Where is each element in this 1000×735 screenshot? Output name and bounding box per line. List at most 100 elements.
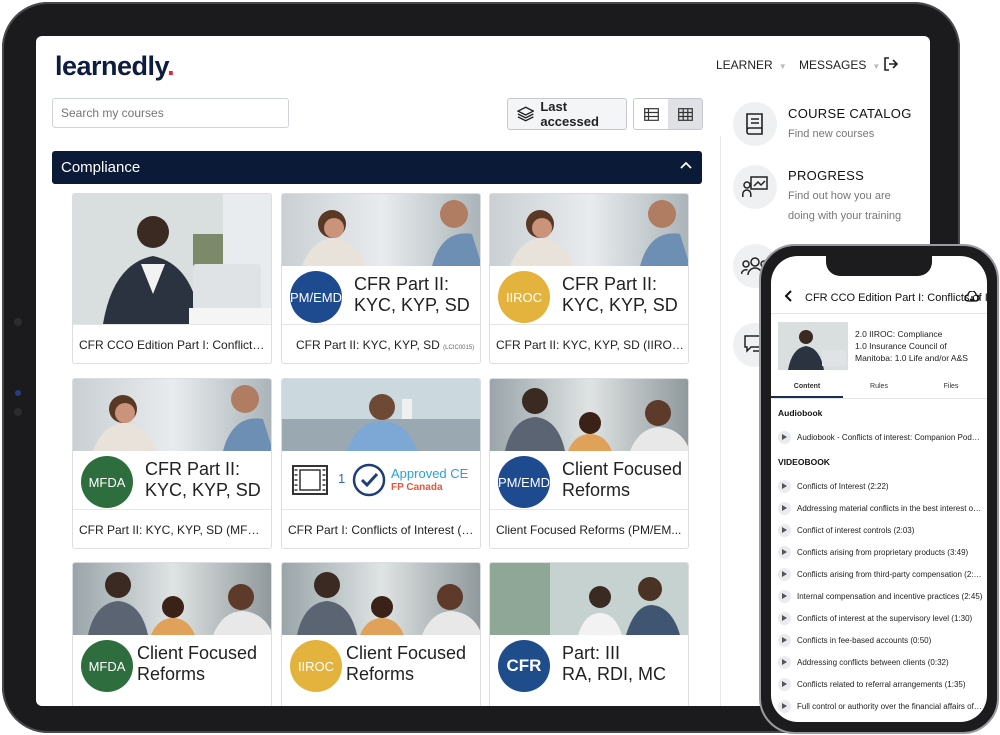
play-icon — [778, 567, 791, 581]
play-icon — [778, 699, 791, 713]
play-icon — [778, 611, 791, 625]
course-heading-line: CFR Part II: — [145, 459, 241, 479]
film-icon — [292, 465, 328, 495]
course-title-text: CFR Part II: KYC, KYP, SD — [296, 338, 440, 352]
nav-messages[interactable]: MESSAGES ▼ — [799, 58, 880, 72]
video-item[interactable]: Addressing material conflicts in the bes… — [778, 500, 983, 516]
course-catalog-link[interactable]: COURSE CATALOG — [788, 106, 912, 121]
play-icon — [778, 545, 791, 559]
course-card[interactable]: CFR Part: III RA, RDI, MC — [489, 562, 689, 706]
audiobook-heading: Audiobook — [778, 408, 823, 418]
view-toggle — [633, 98, 703, 130]
course-badge-area: IIROC Client Focused Reforms — [282, 635, 480, 693]
video-item[interactable]: Conflicts arising from proprietary produ… — [778, 544, 983, 560]
course-heading: Client Focused Reforms — [137, 643, 257, 685]
cloud-download-icon[interactable] — [964, 291, 980, 303]
course-heading: Client Focused Reforms — [562, 459, 682, 501]
course-card[interactable]: MFDA CFR Part II: KYC, KYP, SD CFR Part I… — [72, 378, 272, 549]
play-icon — [778, 479, 791, 493]
search-input[interactable] — [52, 98, 289, 128]
list-view-button[interactable] — [634, 99, 668, 129]
sort-last-accessed-button[interactable]: Last accessed — [507, 98, 627, 130]
course-heading: Part: III RA, RDI, MC — [562, 643, 666, 685]
course-badge-area: PM/EMD Client Focused Reforms — [490, 451, 688, 509]
progress-presentation-icon[interactable] — [733, 165, 777, 209]
nav-learner[interactable]: LEARNER ▼ — [716, 58, 787, 72]
video-item-label: Conflicts of interest at the supervisory… — [797, 613, 973, 623]
video-item[interactable]: Conflicts of interest at the supervisory… — [778, 610, 983, 626]
course-image — [73, 379, 271, 451]
section-header-compliance[interactable]: Compliance — [52, 151, 702, 184]
course-badge-area: IIROC CFR Part II: KYC, KYP, SD — [490, 266, 688, 324]
video-item[interactable]: Conflicts related to referral arrangemen… — [778, 676, 983, 692]
tab-content[interactable]: Content — [771, 377, 843, 398]
course-heading-line: Reforms — [137, 664, 206, 684]
course-title: CFR Part II: KYC, KYP, SD (IIROC) ... — [490, 324, 688, 363]
video-item-label: Addressing conflicts between clients (0:… — [797, 657, 949, 667]
video-item-label: Conflicts arising from proprietary produ… — [797, 547, 969, 557]
chevron-down-icon: ▼ — [778, 62, 787, 71]
video-item[interactable]: Addressing conflicts between clients (0:… — [778, 654, 983, 670]
sort-label: Last accessed — [540, 99, 599, 129]
section-title: Compliance — [61, 159, 141, 176]
phone-credit-line: Manitoba: 1.0 Life and/or A&S — [855, 353, 968, 363]
course-image — [73, 194, 271, 324]
ce-count: 1 — [338, 471, 346, 486]
course-card[interactable]: IIROC Client Focused Reforms — [281, 562, 481, 706]
course-heading-line: KYC, KYP, SD — [354, 295, 470, 315]
video-item-label: Full control or authority over the finan… — [797, 701, 983, 711]
course-card[interactable]: IIROC CFR Part II: KYC, KYP, SD CFR Part … — [489, 193, 689, 364]
audiobook-item-label: Audiobook - Conflicts of interest: Compa… — [797, 432, 983, 442]
video-item-label: Conflicts in fee-based accounts (0:50) — [797, 635, 932, 645]
tab-rules[interactable]: Rules — [843, 377, 915, 398]
course-heading-line: Reforms — [562, 480, 631, 500]
brand-name: learnedly — [55, 51, 168, 81]
course-image — [490, 379, 688, 451]
course-card[interactable]: CFR CCO Edition Part I: Conflicts... — [72, 193, 272, 364]
course-heading-line: Client Focused — [346, 643, 467, 663]
progress-desc: Find out how you are doing with your tra… — [788, 190, 902, 222]
videobook-heading: VIDEOBOOK — [778, 457, 830, 467]
course-card[interactable]: MFDA Client Focused Reforms — [72, 562, 272, 706]
logout-icon[interactable] — [883, 56, 899, 75]
video-item[interactable]: Full control or authority over the finan… — [778, 698, 983, 714]
iiroc-badge-icon: IIROC — [290, 640, 342, 692]
phone-credits: 2.0 IIROC: Compliance 1.0 Insurance Coun… — [855, 328, 983, 364]
play-icon — [778, 677, 791, 691]
course-heading-line: Client Focused — [137, 643, 258, 663]
video-item[interactable]: Conflicts in fee-based accounts (0:50) — [778, 632, 983, 648]
brand-dot: . — [167, 51, 175, 81]
course-catalog-desc: Find new courses — [788, 128, 875, 140]
course-heading: Client Focused Reforms — [346, 643, 466, 685]
course-card[interactable]: 1 Approved CE FP Canada CFR Part I: Conf… — [281, 378, 481, 549]
fp-canada-label: FP Canada — [391, 482, 443, 493]
course-heading-line: CFR Part II: — [562, 274, 658, 294]
progress-link[interactable]: PROGRESS — [788, 168, 864, 183]
course-card[interactable]: PM/EMD Client Focused Reforms Client Focu… — [489, 378, 689, 549]
pm-emd-badge-icon: PM/EMD — [498, 456, 550, 508]
course-heading-line: KYC, KYP, SD — [145, 480, 261, 500]
chevron-up-icon[interactable] — [680, 161, 692, 169]
course-heading-line: KYC, KYP, SD — [562, 295, 678, 315]
video-item-label: Conflicts related to referral arrangemen… — [797, 679, 966, 689]
course-code: (LCIC0015) — [443, 345, 475, 351]
video-item[interactable]: Conflicts of Interest (2:22) — [778, 478, 983, 494]
course-image — [282, 194, 480, 266]
course-card[interactable]: PM/EMD CFR Part II: KYC, KYP, SD CFR Part… — [281, 193, 481, 364]
course-badge-area: MFDA CFR Part II: KYC, KYP, SD — [73, 451, 271, 509]
course-badge-area: 1 Approved CE FP Canada — [282, 451, 480, 509]
course-heading-line: Reforms — [346, 664, 415, 684]
video-item[interactable]: Internal compensation and incentive prac… — [778, 588, 983, 604]
sidebar-divider — [720, 136, 721, 706]
course-heading-line: RA, RDI, MC — [562, 664, 667, 684]
course-image — [282, 379, 480, 451]
video-item[interactable]: Conflicts arising from third-party compe… — [778, 566, 983, 582]
video-item[interactable]: Conflict of interest controls (2:03) — [778, 522, 983, 538]
brand-logo[interactable]: learnedly. — [55, 51, 175, 82]
audiobook-item[interactable]: Audiobook - Conflicts of interest: Compa… — [778, 429, 983, 445]
grid-view-button[interactable] — [668, 99, 702, 129]
tab-files[interactable]: Files — [915, 377, 987, 398]
course-image — [490, 194, 688, 266]
book-icon[interactable] — [733, 102, 777, 146]
course-heading: CFR Part II: KYC, KYP, SD — [145, 459, 261, 501]
